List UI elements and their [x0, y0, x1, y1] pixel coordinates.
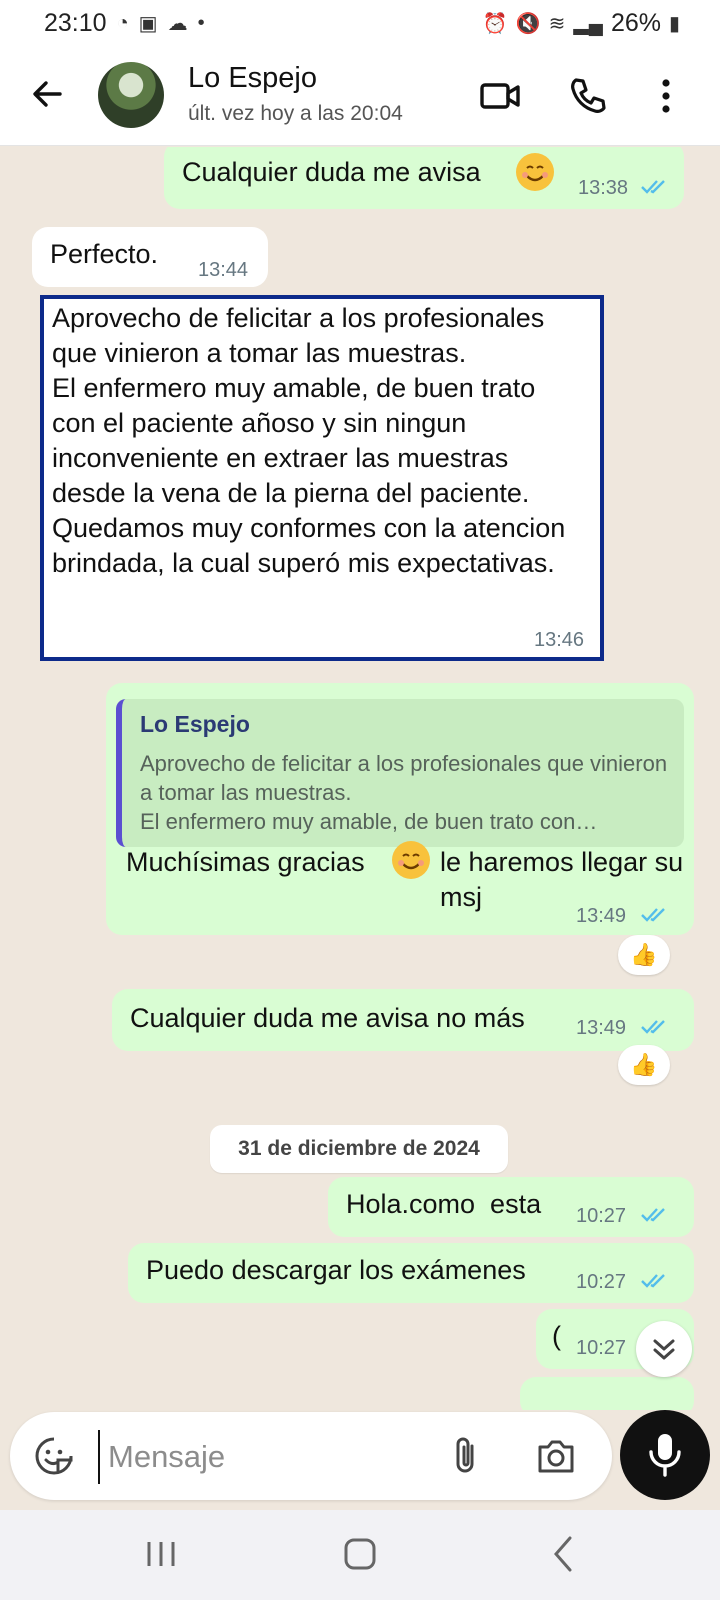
video-call-icon[interactable]: [478, 74, 522, 118]
quote-author: Lo Espejo: [140, 711, 250, 737]
message-bubble[interactable]: Perfecto. 13:44: [32, 227, 268, 287]
status-bar: 23:10 ◔ ▣ ☁ • ⏰ 🔇 ≋ ▂▄ 26% ▮: [0, 0, 720, 46]
scroll-down-button[interactable]: [636, 1321, 692, 1377]
status-time: 23:10: [44, 8, 107, 37]
message-text: (: [552, 1321, 561, 1351]
phone-icon[interactable]: [566, 74, 610, 118]
battery-percent: 26%: [610, 8, 661, 37]
dot-icon: •: [197, 11, 205, 34]
message-input[interactable]: [98, 1430, 440, 1484]
smiling-face-emoji-icon: [516, 153, 554, 191]
message-bubble-highlighted[interactable]: Aprovecho de felicitar a los profesional…: [40, 295, 604, 661]
message-time: 13:46: [534, 629, 585, 651]
scroll-down-icon: [653, 1339, 675, 1360]
message-text: Perfecto.: [50, 239, 159, 269]
message-text: Puedo descargar los exámenes: [146, 1255, 526, 1285]
emoji-sticker-icon[interactable]: [34, 1436, 74, 1476]
voice-record-button[interactable]: [620, 1410, 710, 1500]
message-text: Cualquier duda me avisa: [182, 157, 481, 187]
home-icon[interactable]: [342, 1536, 378, 1572]
quote-text: Aprovecho de felicitar a los profesional…: [140, 751, 668, 834]
system-back-icon[interactable]: [546, 1534, 582, 1574]
mic-icon: [649, 1434, 681, 1477]
message-bubble-partial[interactable]: [520, 1377, 694, 1410]
mute-icon: 🔇: [515, 12, 541, 35]
message-text: Cualquier duda me avisa no más: [130, 1003, 525, 1033]
system-nav-bar: [0, 1510, 720, 1600]
more-icon[interactable]: [644, 74, 688, 118]
signal-icon: ▂▄: [573, 12, 603, 35]
message-time: 13:49: [576, 905, 627, 927]
message-composer: [10, 1412, 612, 1500]
read-tick-icon: [641, 180, 665, 194]
message-bubble[interactable]: Cualquier duda me avisa 13:38: [164, 147, 684, 209]
contact-name[interactable]: Lo Espejo: [188, 62, 317, 95]
last-seen: últ. vez hoy a las 20:04: [188, 102, 403, 125]
alarm-icon: ⏰: [482, 12, 508, 35]
battery-icon: ▮: [668, 12, 680, 35]
wifi-icon: ≋: [548, 12, 566, 35]
back-arrow-icon[interactable]: [26, 72, 70, 116]
message-time: 13:38: [578, 177, 629, 199]
message-text: Aprovecho de felicitar a los profesional…: [52, 303, 566, 578]
read-tick-icon: [641, 908, 665, 922]
message-time: 13:49: [576, 1017, 627, 1039]
recent-apps-icon[interactable]: [144, 1536, 178, 1572]
read-tick-icon: [641, 1208, 665, 1222]
message-time: 10:27: [576, 1337, 627, 1359]
message-text: Muchísimas gracias: [126, 847, 365, 877]
message-bubble[interactable]: Puedo descargar los exámenes 10:27: [128, 1243, 694, 1303]
reaction-badge[interactable]: 👍: [618, 1045, 670, 1085]
gallery-notification-icon: ▣: [138, 12, 158, 35]
read-tick-icon: [641, 1020, 665, 1034]
chat-area[interactable]: Cualquier duda me avisa 13:38 Perfecto. …: [0, 147, 720, 1410]
chat-header: Lo Espejo últ. vez hoy a las 20:04: [0, 46, 720, 146]
attach-icon[interactable]: [448, 1434, 484, 1478]
read-tick-icon: [641, 1274, 665, 1288]
quoted-message[interactable]: Lo Espejo Aprovecho de felicitar a los p…: [116, 699, 684, 847]
message-bubble[interactable]: Hola.como esta 10:27: [328, 1177, 694, 1237]
date-divider: 31 de diciembre de 2024: [210, 1125, 508, 1173]
camera-icon[interactable]: [534, 1436, 578, 1476]
smiling-face-emoji-icon: [392, 841, 430, 879]
whatsapp-notification-icon: ◔: [116, 11, 129, 34]
message-time: 10:27: [576, 1271, 627, 1293]
message-time: 10:27: [576, 1205, 627, 1227]
cloud-notification-icon: ☁: [167, 12, 188, 35]
reaction-badge[interactable]: 👍: [618, 935, 670, 975]
avatar[interactable]: [98, 62, 164, 128]
message-bubble[interactable]: Cualquier duda me avisa no más 13:49: [112, 989, 694, 1051]
message-text: Hola.como esta: [346, 1189, 542, 1219]
message-time: 13:44: [198, 259, 249, 281]
